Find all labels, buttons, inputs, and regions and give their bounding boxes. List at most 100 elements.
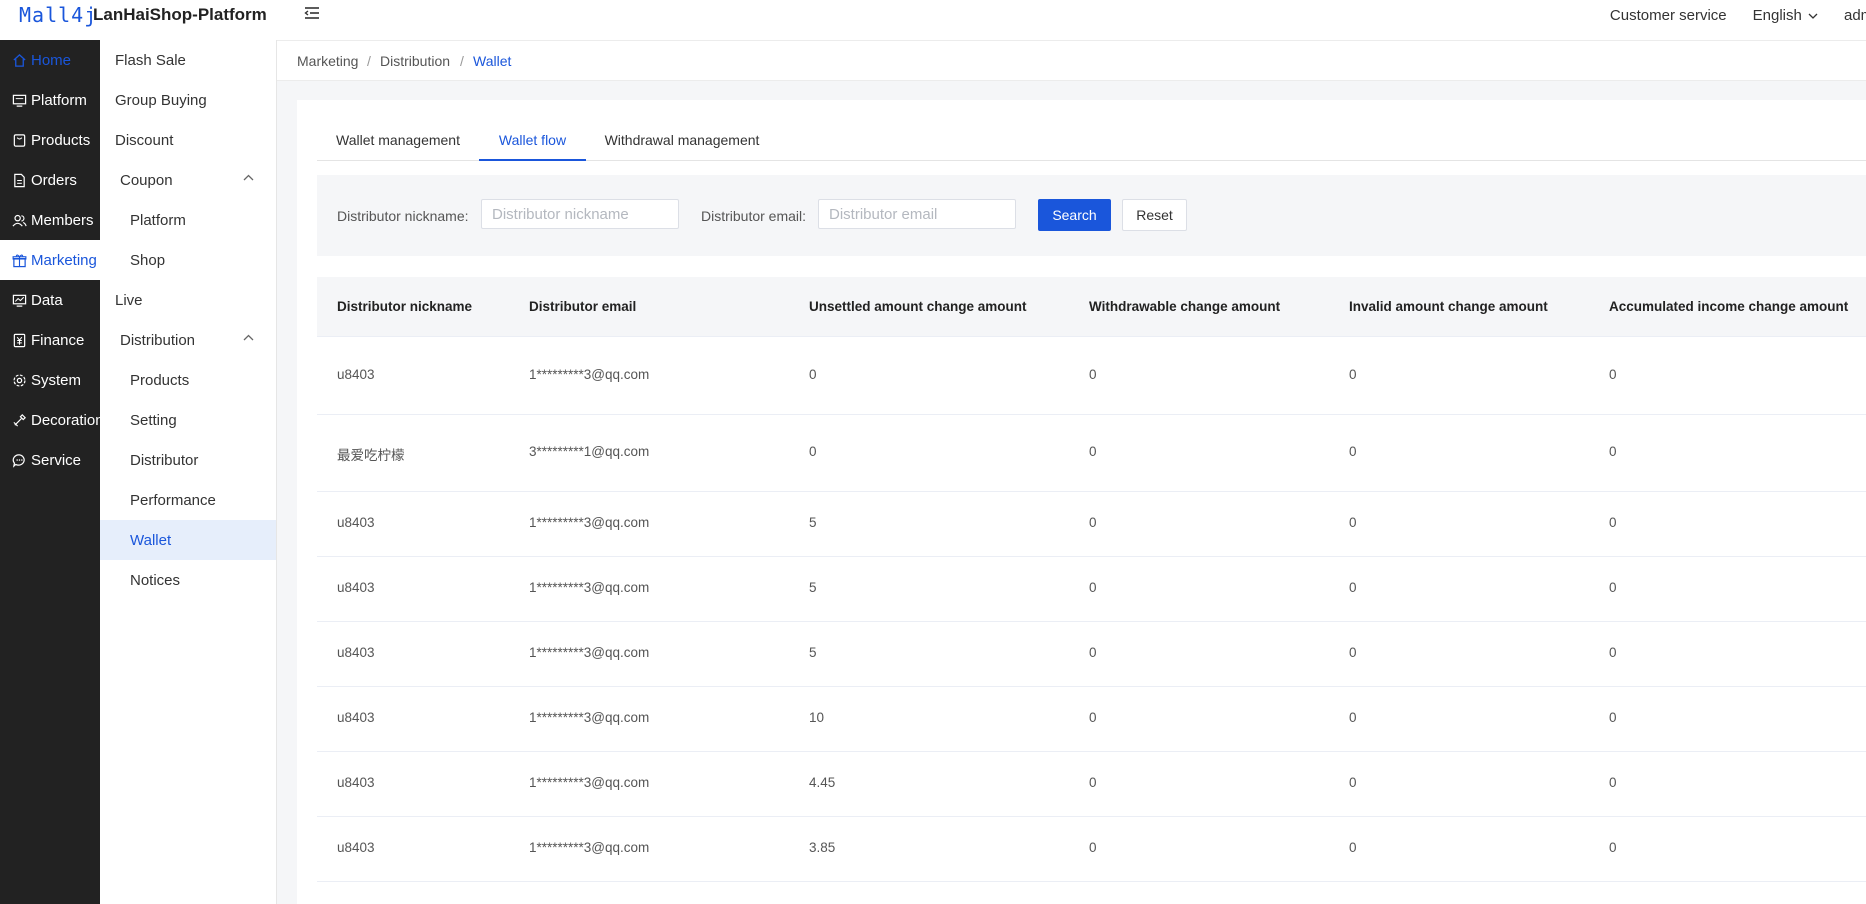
secondary-sidebar: Flash Sale Group Buying Discount Coupon …: [100, 40, 277, 904]
col-invalid: Invalid amount change amount: [1349, 299, 1548, 314]
nav-products[interactable]: Products: [0, 120, 100, 160]
gift-icon: [12, 254, 27, 267]
cell-unsettled: 0: [809, 367, 817, 382]
cell-invalid: 0: [1349, 367, 1357, 382]
search-button[interactable]: Search: [1038, 199, 1111, 231]
menu-coupon[interactable]: Coupon: [100, 160, 276, 200]
nav-platform[interactable]: Platform: [0, 80, 100, 120]
nav-service[interactable]: Service: [0, 440, 100, 480]
cell-invalid: 0: [1349, 645, 1357, 660]
chart-icon: [12, 294, 27, 307]
breadcrumb-marketing[interactable]: Marketing: [297, 53, 358, 69]
table-row: u8403 1*********3@qq.com 10 0 0 0: [317, 686, 1866, 752]
nav-orders[interactable]: Orders: [0, 160, 100, 200]
cell-invalid: 0: [1349, 515, 1357, 530]
cell-accumulated: 0: [1609, 515, 1617, 530]
table-row: 最爱吃柠檬 3*********1@qq.com 0 0 0 0: [317, 414, 1866, 492]
menu-discount[interactable]: Discount: [100, 120, 276, 160]
menu-label: Coupon: [120, 171, 173, 189]
content-card: Wallet management Wallet flow Withdrawal…: [297, 100, 1866, 904]
nav-members[interactable]: Members: [0, 200, 100, 240]
tab-bar: Wallet management Wallet flow Withdrawal…: [317, 120, 1866, 161]
gear-icon: [13, 373, 26, 387]
menu-group-buying[interactable]: Group Buying: [100, 80, 276, 120]
menu-distribution-distributor[interactable]: Distributor: [100, 440, 276, 480]
email-input[interactable]: [818, 199, 1016, 229]
menu-label: Group Buying: [115, 91, 207, 109]
menu-distribution-products[interactable]: Products: [100, 360, 276, 400]
cell-accumulated: 0: [1609, 367, 1617, 382]
customer-service-link[interactable]: Customer service: [1610, 7, 1727, 24]
tab-wallet-management[interactable]: Wallet management: [317, 120, 479, 160]
menu-toggle-icon[interactable]: [303, 4, 321, 22]
cell-invalid: 0: [1349, 710, 1357, 725]
table-row: u8403 1*********3@qq.com 0 0 0 0: [317, 337, 1866, 415]
table-row: u8403 1*********3@qq.com 5 0 0 0: [317, 491, 1866, 557]
nav-label: Marketing: [31, 251, 97, 269]
menu-label: Platform: [130, 211, 186, 229]
menu-label: Products: [130, 371, 190, 389]
menu-distribution[interactable]: Distribution: [100, 320, 276, 360]
col-withdrawable: Withdrawable change amount: [1089, 299, 1281, 314]
user-menu[interactable]: admin: [1844, 7, 1866, 24]
nav-decoration[interactable]: Decoration: [0, 400, 104, 440]
menu-distribution-notices[interactable]: Notices: [100, 560, 276, 600]
cell-email: 1*********3@qq.com: [529, 367, 650, 382]
cell-withdrawable: 0: [1089, 444, 1097, 459]
cell-withdrawable: 0: [1089, 580, 1097, 595]
cell-unsettled: 3.85: [809, 840, 836, 855]
menu-live[interactable]: Live: [100, 280, 276, 320]
cell-email: 1*********3@qq.com: [529, 645, 650, 660]
language-select[interactable]: English: [1753, 7, 1818, 24]
col-accumulated: Accumulated income change amount: [1609, 299, 1849, 314]
menu-label: Flash Sale: [115, 51, 186, 69]
nav-label: Data: [31, 291, 63, 309]
chat-icon: [12, 453, 25, 468]
reset-button[interactable]: Reset: [1122, 199, 1187, 231]
logo[interactable]: Mall4j: [19, 3, 97, 27]
nav-finance[interactable]: Finance: [0, 320, 100, 360]
home-icon: [13, 53, 26, 67]
cell-unsettled: 10: [809, 710, 825, 725]
language-label: English: [1752, 7, 1802, 24]
nickname-input[interactable]: [481, 199, 679, 229]
cell-withdrawable: 0: [1089, 775, 1097, 790]
table-row: u8403 1*********3@qq.com 4.45 0 0 0: [317, 751, 1866, 817]
tab-withdrawal-management[interactable]: Withdrawal management: [586, 120, 778, 160]
menu-distribution-performance[interactable]: Performance: [100, 480, 276, 520]
cell-unsettled: 5: [809, 645, 817, 660]
menu-flash-sale[interactable]: Flash Sale: [100, 40, 276, 80]
cell-accumulated: 0: [1609, 444, 1617, 459]
cell-nickname: u8403: [337, 367, 375, 382]
nav-marketing[interactable]: Marketing: [0, 240, 100, 280]
bag-icon: [13, 133, 26, 147]
nav-label: Members: [31, 211, 94, 229]
cell-unsettled: 0: [809, 444, 817, 459]
nav-home[interactable]: Home: [0, 40, 100, 80]
table-row: u8403 1*********3@qq.com 5 0 0 0: [317, 621, 1866, 687]
tab-wallet-flow[interactable]: Wallet flow: [479, 120, 586, 161]
cell-unsettled: 5: [809, 580, 817, 595]
cell-unsettled: 5: [809, 515, 817, 530]
table-row: u8403 1*********3@qq.com 3.85 0 0 0: [317, 816, 1866, 882]
cell-accumulated: 0: [1609, 775, 1617, 790]
col-nickname: Distributor nickname: [337, 299, 473, 314]
menu-label: Performance: [130, 491, 216, 509]
nav-label: System: [31, 371, 82, 389]
menu-label: Notices: [130, 571, 181, 589]
menu-distribution-setting[interactable]: Setting: [100, 400, 276, 440]
menu-distribution-wallet[interactable]: Wallet: [100, 520, 276, 560]
menu-coupon-shop[interactable]: Shop: [100, 240, 276, 280]
cell-nickname: 最爱吃柠檬: [337, 448, 405, 463]
email-label: Distributor email:: [701, 208, 807, 224]
nav-data[interactable]: Data: [0, 280, 100, 320]
cell-nickname: u8403: [337, 515, 375, 530]
cell-nickname: u8403: [337, 580, 375, 595]
cell-email: 1*********3@qq.com: [529, 710, 650, 725]
cell-accumulated: 0: [1609, 645, 1617, 660]
users-icon: [12, 214, 27, 227]
nav-system[interactable]: System: [0, 360, 100, 400]
breadcrumb-distribution[interactable]: Distribution: [380, 53, 450, 69]
cell-withdrawable: 0: [1089, 645, 1097, 660]
menu-coupon-platform[interactable]: Platform: [100, 200, 276, 240]
